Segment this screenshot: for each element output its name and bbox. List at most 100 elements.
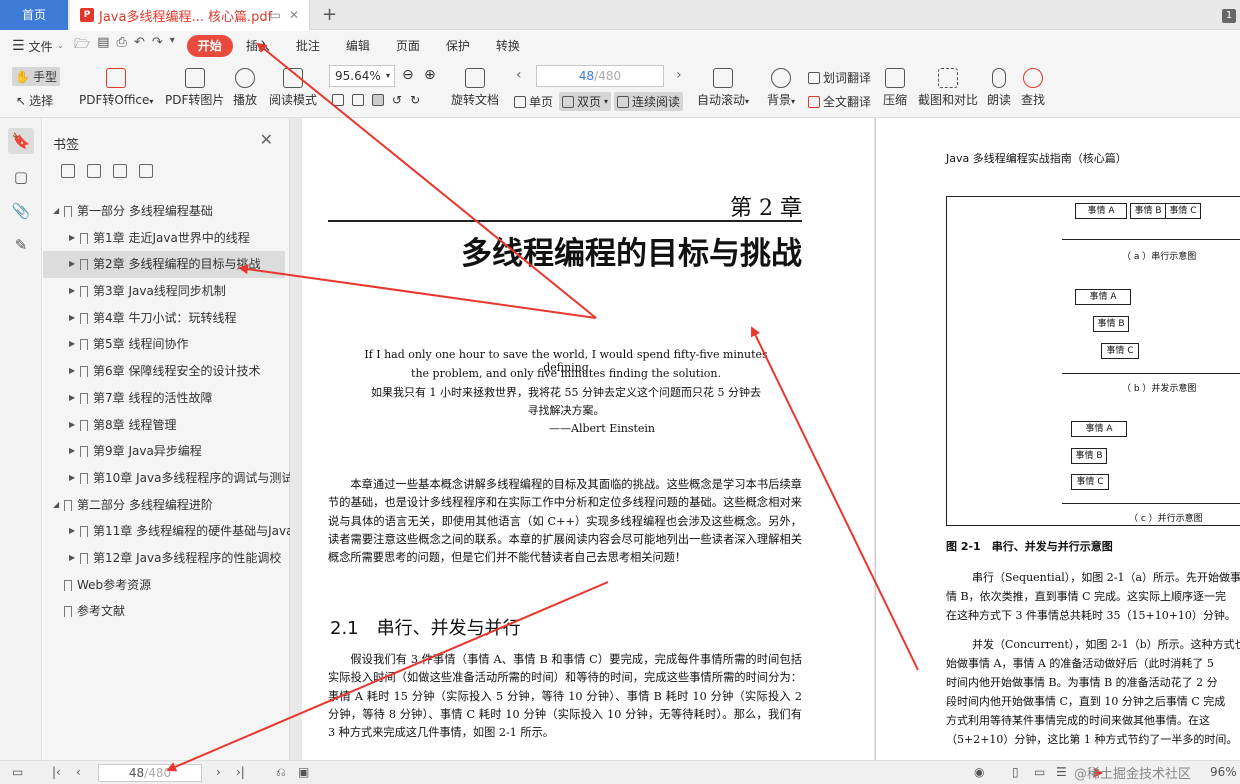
status-zoom[interactable]: 96%: [1210, 765, 1237, 779]
bookmark-item[interactable]: 参考文献: [43, 598, 290, 625]
menu-insert[interactable]: 插入: [233, 35, 283, 57]
rotate-document-button[interactable]: 旋转文档: [451, 68, 499, 108]
fit-page-icon[interactable]: [372, 94, 384, 106]
customize-icon[interactable]: ▾: [170, 35, 175, 57]
collapse-arrow-icon[interactable]: ◢: [53, 198, 59, 225]
expand-arrow-icon[interactable]: ▶: [69, 331, 75, 358]
bookmark-panel-icon[interactable]: 🔖: [8, 128, 34, 154]
zoom-in-button[interactable]: ⊕: [424, 67, 436, 83]
open-folder-icon[interactable]: 🗁: [74, 35, 90, 57]
redo-icon[interactable]: ↷: [152, 35, 163, 57]
collapse-arrow-icon[interactable]: ◢: [53, 492, 59, 519]
actual-size-icon[interactable]: [332, 94, 344, 106]
tab-home[interactable]: 首页: [0, 0, 68, 30]
expand-arrow-icon[interactable]: ▶: [69, 412, 75, 439]
collapse-all-icon[interactable]: [87, 164, 101, 178]
rotate-right-icon[interactable]: ↻: [410, 93, 420, 107]
expand-arrow-icon[interactable]: ▶: [69, 438, 75, 465]
bookmark-item[interactable]: ▶ 第2章 多线程编程的目标与挑战: [43, 251, 285, 279]
double-page-button[interactable]: 双页 ▾: [559, 92, 612, 111]
zoom-select[interactable]: 95.64% ▾: [329, 65, 395, 87]
double-view-icon[interactable]: ▭: [1034, 765, 1045, 779]
bookmark-item[interactable]: ▶ 第1章 走近Java世界中的线程: [43, 225, 290, 252]
menu-start[interactable]: 开始: [186, 35, 233, 57]
prev-page-icon[interactable]: ‹: [76, 765, 81, 779]
thumbnail-panel-icon[interactable]: ▢: [8, 164, 34, 190]
next-page-button[interactable]: ›: [676, 67, 682, 83]
attachment-panel-icon[interactable]: 📎: [8, 198, 34, 224]
bookmark-item[interactable]: ▶ 第8章 线程管理: [43, 412, 290, 439]
read-mode-button[interactable]: 阅读模式: [269, 68, 317, 108]
compress-button[interactable]: 压缩: [883, 68, 907, 108]
menu-page[interactable]: 页面: [383, 35, 433, 57]
signature-panel-icon[interactable]: ✎: [8, 232, 34, 258]
prev-page-button[interactable]: ‹: [516, 67, 522, 83]
bookmark-item[interactable]: ▶ 第12章 Java多线程程序的性能调校: [43, 545, 290, 572]
bookmark-item[interactable]: ▶ 第6章 保障线程安全的设计技术: [43, 358, 290, 385]
expand-arrow-icon[interactable]: ▶: [69, 465, 75, 492]
panel-scrollbar[interactable]: [290, 118, 302, 760]
first-page-icon[interactable]: |‹: [52, 765, 61, 779]
add-bookmark-icon[interactable]: [113, 164, 127, 178]
continuous-read-button[interactable]: 连续阅读: [614, 92, 684, 111]
bookmark-settings-icon[interactable]: [139, 164, 153, 178]
full-translate-button[interactable]: 全文翻译: [808, 93, 871, 110]
print-icon[interactable]: ⎙: [117, 35, 127, 57]
expand-arrow-icon[interactable]: ▶: [69, 251, 75, 278]
bookmark-item[interactable]: ▶ 第10章 Java多线程程序的调试与测试: [43, 465, 290, 492]
continuous-view-icon[interactable]: ☰: [1056, 765, 1067, 779]
status-page-field[interactable]: 48/480: [98, 764, 202, 782]
expand-arrow-icon[interactable]: ▶: [69, 385, 75, 412]
pdf-to-office-button[interactable]: PDF转Office▾: [79, 68, 153, 108]
tab-document[interactable]: P Java多线程编程... 核心篇.pdf ▭ ✕: [70, 0, 310, 30]
menu-convert[interactable]: 转换: [483, 35, 533, 57]
fit-width-icon[interactable]: [352, 94, 364, 106]
background-button[interactable]: 背景▾: [767, 68, 795, 108]
expand-arrow-icon[interactable]: ▶: [69, 278, 75, 305]
bookmark-item[interactable]: ▶ 第11章 多线程编程的硬件基础与Java内存模型: [43, 518, 290, 545]
rotate-left-icon[interactable]: ↺: [392, 93, 402, 107]
bookmark-item[interactable]: ▶ 第9章 Java异步编程: [43, 438, 290, 465]
close-icon[interactable]: ✕: [260, 130, 273, 149]
new-tab-button[interactable]: +: [322, 4, 337, 25]
save-icon[interactable]: ▤: [97, 35, 109, 57]
bookmark-item[interactable]: ▶ 第7章 线程的活性故障: [43, 385, 290, 412]
last-page-icon[interactable]: ›|: [236, 765, 245, 779]
sidebar-toggle-icon[interactable]: ▭: [12, 765, 23, 779]
expand-arrow-icon[interactable]: ▶: [69, 518, 75, 545]
expand-arrow-icon[interactable]: ▶: [69, 225, 75, 252]
file-menu[interactable]: ☰ 文件 ⌄: [0, 38, 74, 55]
close-tab-icon[interactable]: ✕: [289, 8, 299, 22]
forward-icon[interactable]: ▣: [298, 765, 309, 779]
pdf-to-image-button[interactable]: PDF转图片: [165, 68, 224, 108]
single-page-button[interactable]: 单页: [514, 93, 553, 110]
hand-tool-button[interactable]: ✋ 手型: [12, 67, 60, 86]
expand-all-icon[interactable]: [61, 164, 75, 178]
page-number-field[interactable]: 48/480: [536, 65, 664, 87]
bookmark-item[interactable]: ◢ 第二部分 多线程编程进阶: [43, 492, 290, 519]
next-page-icon[interactable]: ›: [216, 765, 221, 779]
bookmark-item[interactable]: Web参考资源: [43, 572, 290, 599]
window-icon[interactable]: ▭: [270, 8, 281, 22]
bookmark-item[interactable]: ▶ 第3章 Java线程同步机制: [43, 278, 290, 305]
document-view[interactable]: 第 2 章 多线程编程的目标与挑战 If I had only one hour…: [302, 118, 1240, 760]
auto-scroll-button[interactable]: 自动滚动▾: [697, 68, 749, 108]
screenshot-compare-button[interactable]: 截图和对比: [918, 68, 978, 108]
zoom-out-button[interactable]: ⊖: [402, 67, 414, 83]
single-view-icon[interactable]: ▯: [1012, 765, 1019, 779]
bookmark-item[interactable]: ▶ 第5章 线程间协作: [43, 331, 290, 358]
menu-protect[interactable]: 保护: [433, 35, 483, 57]
expand-arrow-icon[interactable]: ▶: [69, 358, 75, 385]
menu-annotate[interactable]: 批注: [283, 35, 333, 57]
bookmark-item[interactable]: ◢ 第一部分 多线程编程基础: [43, 198, 290, 225]
eye-icon[interactable]: ◉: [974, 765, 984, 779]
undo-icon[interactable]: ↶: [134, 35, 145, 57]
menu-edit[interactable]: 编辑: [333, 35, 383, 57]
word-translate-button[interactable]: 划词翻译: [808, 69, 871, 86]
play-button[interactable]: 播放: [233, 68, 257, 108]
read-aloud-button[interactable]: 朗读: [987, 68, 1011, 108]
select-tool-button[interactable]: ↖ 选择: [16, 92, 53, 109]
expand-arrow-icon[interactable]: ▶: [69, 545, 75, 572]
expand-arrow-icon[interactable]: ▶: [69, 305, 75, 332]
find-button[interactable]: 查找: [1021, 68, 1045, 108]
